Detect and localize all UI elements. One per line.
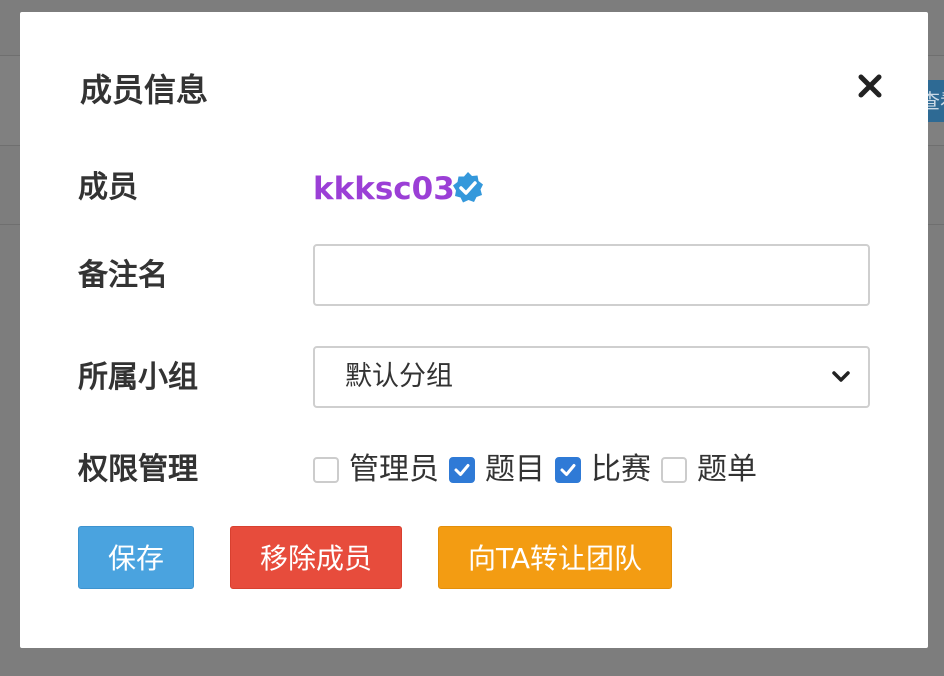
problems-checkbox[interactable] xyxy=(449,457,475,483)
permission-problemsets[interactable]: 题单 xyxy=(661,450,757,490)
group-label: 所属小组 xyxy=(78,360,198,395)
permission-admin[interactable]: 管理员 xyxy=(313,450,439,490)
admin-checkbox[interactable] xyxy=(313,457,339,483)
problemsets-checkbox[interactable] xyxy=(661,457,687,483)
group-select-value: 默认分组 xyxy=(345,361,453,392)
permissions-checkbox-group: 管理员 题目 比赛 题单 xyxy=(313,448,767,492)
modal-title: 成员信息 xyxy=(80,71,209,109)
permission-problems-label: 题目 xyxy=(485,452,545,487)
chevron-down-icon xyxy=(830,366,852,388)
member-info-modal: 成员信息 成员 kkksc03 备注名 所属小组 默认分组 权限管理 管理员 题… xyxy=(20,12,928,648)
close-icon[interactable] xyxy=(852,68,888,104)
group-select[interactable]: 默认分组 xyxy=(313,346,870,408)
permission-admin-label: 管理员 xyxy=(349,452,439,487)
permission-contests-label: 比赛 xyxy=(591,452,651,487)
permission-contests[interactable]: 比赛 xyxy=(555,450,651,490)
permissions-label: 权限管理 xyxy=(78,452,198,487)
remark-label: 备注名 xyxy=(78,258,168,293)
member-label: 成员 xyxy=(78,170,138,205)
permission-problemsets-label: 题单 xyxy=(697,452,757,487)
member-username-link[interactable]: kkksc03 xyxy=(313,167,455,211)
remove-member-button[interactable]: 移除成员 xyxy=(230,526,402,589)
verified-badge-icon xyxy=(450,170,486,206)
transfer-team-button[interactable]: 向TA转让团队 xyxy=(438,526,672,589)
contests-checkbox[interactable] xyxy=(555,457,581,483)
permission-problems[interactable]: 题目 xyxy=(449,450,545,490)
remark-input[interactable] xyxy=(313,244,870,306)
save-button[interactable]: 保存 xyxy=(78,526,194,589)
